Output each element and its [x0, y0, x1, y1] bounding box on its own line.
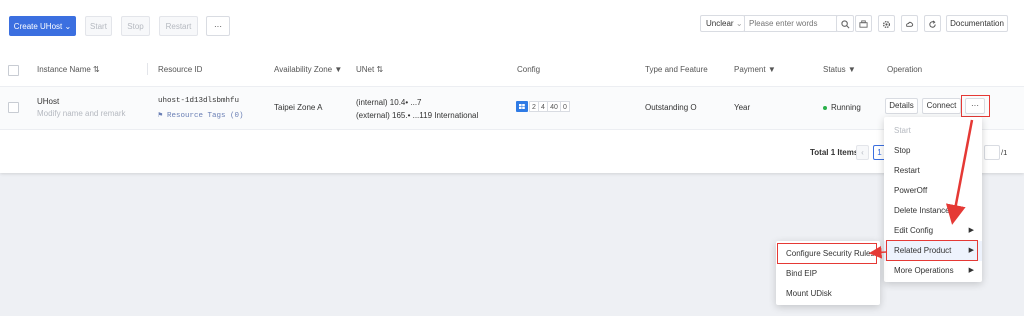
header-payment[interactable]: Payment ▼	[734, 65, 776, 74]
resource-id: uhost-1d13dlsbmhfu	[158, 97, 240, 105]
header-unet[interactable]: UNet ⇅	[356, 65, 383, 74]
more-button-highlight	[961, 95, 990, 117]
tag-icon: ⚑	[158, 112, 163, 120]
menu-item-edit-config[interactable]: Edit Config ▶	[884, 221, 982, 241]
header-availability-zone[interactable]: Availability Zone ▼	[274, 65, 342, 74]
sync-button[interactable]	[901, 15, 918, 32]
instance-name[interactable]: UHost	[37, 97, 59, 106]
menu-item-stop[interactable]: Stop	[884, 141, 982, 161]
details-button[interactable]: Details	[885, 98, 918, 114]
chevron-left-icon: ‹	[861, 148, 864, 157]
payment-value: Year	[734, 103, 751, 112]
stop-button[interactable]: Stop	[121, 16, 150, 36]
caret-right-icon: ▶	[968, 227, 974, 234]
refresh-icon	[929, 20, 936, 28]
header-config: Config	[517, 65, 541, 74]
search-button[interactable]	[836, 15, 854, 32]
select-all-checkbox[interactable]	[8, 65, 19, 76]
header-resource-id: Resource ID	[158, 65, 203, 74]
menu-item-more-operations[interactable]: More Operations ▶	[884, 261, 982, 281]
config-disk: 40	[547, 101, 561, 112]
internal-ip: (internal) 10.4• ...7	[356, 98, 422, 107]
filter-icon: ▼	[334, 65, 343, 74]
more-actions-button[interactable]: ···	[206, 16, 230, 36]
filter-select[interactable]: Unclear ⌄	[700, 15, 745, 32]
settings-button[interactable]	[878, 15, 895, 32]
menu-item-delete[interactable]: Delete Instance	[884, 201, 982, 221]
search-icon	[840, 20, 849, 29]
header-operation: Operation	[887, 65, 923, 74]
refresh-button[interactable]	[924, 15, 941, 32]
submenu-item-mount-udisk[interactable]: Mount UDisk	[776, 284, 880, 304]
menu-item-poweroff[interactable]: PowerOff	[884, 181, 982, 201]
status-dot-icon	[823, 105, 827, 110]
caret-right-icon: ▶	[968, 267, 974, 274]
windows-icon	[516, 101, 528, 112]
page-input[interactable]	[984, 145, 1000, 160]
menu-item-start[interactable]: Start	[884, 121, 982, 141]
external-ip: (external) 165.• ...119 International	[356, 111, 479, 120]
create-uhost-button[interactable]: Create UHost ⌄	[9, 16, 76, 36]
total-items: Total 1 Items	[810, 148, 859, 157]
instance-name-hint[interactable]: Modify name and remark	[37, 109, 125, 118]
row-divider	[0, 129, 1024, 130]
gear-icon	[882, 20, 891, 29]
prev-page-button[interactable]: ‹	[856, 145, 869, 160]
related-product-highlight	[886, 240, 978, 261]
clear-button[interactable]	[855, 15, 872, 32]
header-instance-name[interactable]: Instance Name ⇅	[37, 65, 100, 74]
sort-icon: ⇅	[376, 65, 384, 74]
search-input[interactable]	[744, 15, 837, 32]
menu-item-restart[interactable]: Restart	[884, 161, 982, 181]
availability-zone: Taipei Zone A	[274, 103, 323, 112]
table-row: UHost Modify name and remark uhost-1d13d…	[0, 87, 1024, 129]
restart-button[interactable]: Restart	[159, 16, 198, 36]
sort-icon: ⇅	[93, 65, 100, 74]
header-type-feature: Type and Feature	[645, 65, 708, 74]
instance-panel: Create UHost ⌄ Start Stop Restart ··· Un…	[0, 0, 1024, 173]
start-button[interactable]: Start	[85, 16, 112, 36]
chevron-down-icon: ⌄	[64, 22, 72, 31]
filter-icon: ▼	[847, 65, 856, 74]
submenu-item-bind-eip[interactable]: Bind EIP	[776, 264, 880, 284]
status-badge: Running	[823, 103, 861, 112]
row-checkbox[interactable]	[8, 102, 19, 113]
type-feature: Outstanding O	[645, 103, 697, 112]
config-bandwidth: 0	[560, 101, 570, 112]
cloud-icon	[906, 21, 914, 27]
filter-icon: ▼	[767, 65, 776, 74]
column-divider	[147, 63, 148, 75]
resource-tags-link[interactable]: ⚑ Resource Tags (0)	[158, 110, 244, 120]
header-status[interactable]: Status ▼	[823, 65, 856, 74]
connect-button[interactable]: Connect	[922, 98, 961, 114]
documentation-button[interactable]: Documentation	[946, 15, 1008, 32]
total-pages: /1	[1001, 148, 1008, 157]
security-rules-highlight	[777, 243, 877, 264]
chevron-down-icon: ⌄	[735, 19, 743, 28]
print-icon	[859, 20, 868, 28]
